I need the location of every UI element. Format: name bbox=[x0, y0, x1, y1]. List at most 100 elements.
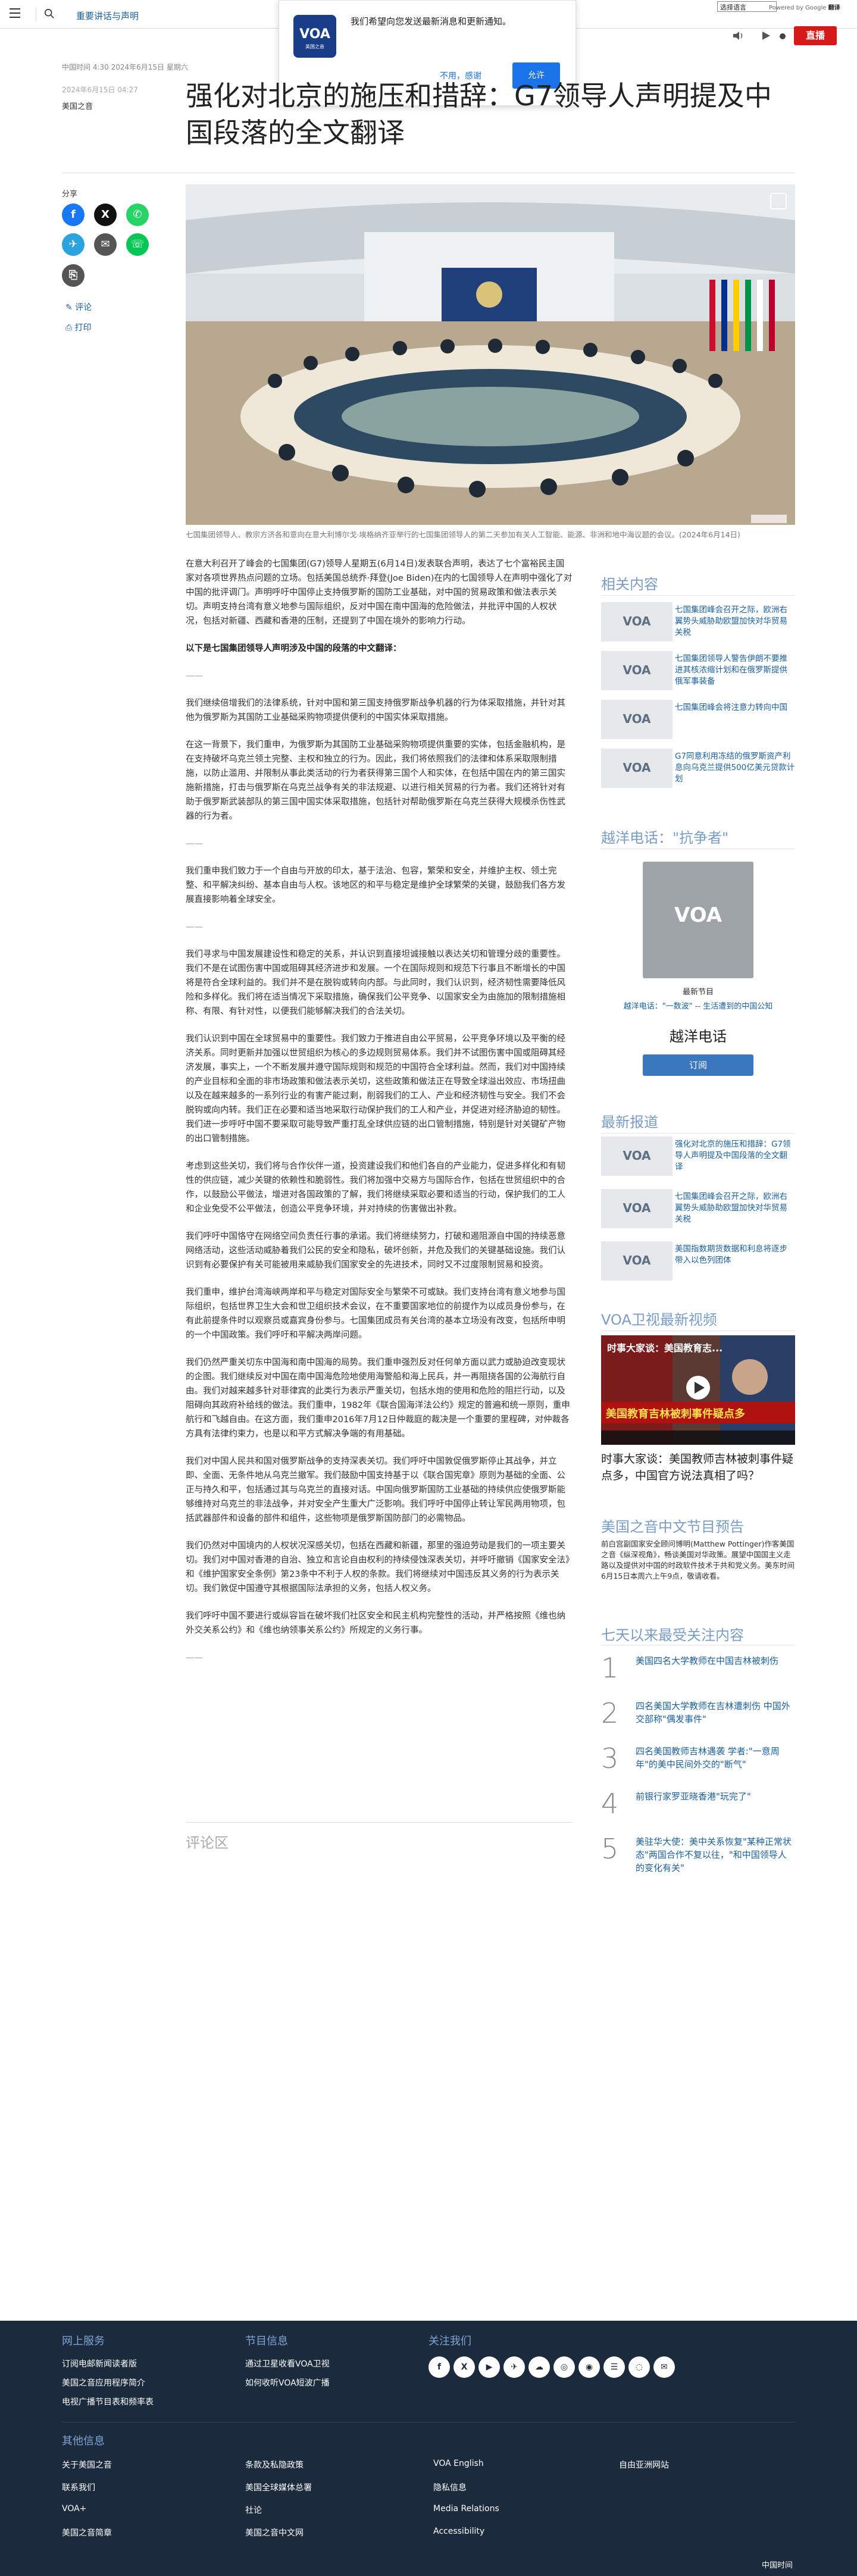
footer-link[interactable]: 如何收听VOA短波广播 bbox=[245, 2377, 330, 2389]
footer-link[interactable]: 关于美国之音 bbox=[62, 2459, 112, 2471]
comments-heading: 评论区 bbox=[186, 1822, 573, 1852]
paragraph: 我们重申我们致力于一个自由与开放的印太，基于法治、包容，繁荣和安全，并维护主权、… bbox=[186, 866, 565, 904]
voa-logo-icon: VOA bbox=[623, 712, 651, 726]
speaker-icon[interactable] bbox=[780, 33, 786, 39]
footer-link[interactable]: 自由亚洲网站 bbox=[619, 2459, 669, 2471]
program-description: 前白宫副国家安全顾问博明(Matthew Pottinger)作客美国之音《纵深… bbox=[601, 1539, 795, 1580]
footer-link[interactable]: 订阅电邮新闻读者版 bbox=[62, 2358, 137, 2370]
video-player[interactable]: 时事大家谈：美国教育志... 美国教育吉林被刺事件疑点多 bbox=[601, 1335, 795, 1445]
footer-link[interactable]: 条款及私隐政策 bbox=[245, 2459, 304, 2471]
facebook-share-icon[interactable]: f bbox=[62, 204, 85, 226]
most-viewed-title: 四名美国教师吉林遇袭 学者:"一意周年"的美中民间外交的"断气" bbox=[636, 1746, 780, 1770]
volume-icon[interactable] bbox=[733, 31, 744, 40]
related-item[interactable]: VOA 七国集团峰会召开之际，欧洲右翼势头威胁助欧盟加快对华贸易关税 bbox=[601, 602, 795, 641]
related-heading: 相关内容 bbox=[601, 576, 658, 593]
most-viewed-item[interactable]: 5 美驻华大使：美中关系恢复"某种正常状态"两国合作不复以往，"和中国领导人的变化… bbox=[601, 1833, 795, 1878]
footer-link[interactable]: VOA English bbox=[433, 2459, 484, 2468]
google-translate-widget[interactable]: Powered by Google 翻译 bbox=[769, 2, 840, 11]
related-thumb: VOA bbox=[601, 700, 673, 739]
footer-link[interactable]: 美国全球媒体总署 bbox=[245, 2481, 312, 2493]
podcast-episode-link[interactable]: 越洋电话："一数波" -- 生活遭到的中国公知 bbox=[601, 1000, 795, 1011]
footer-link[interactable]: 社论 bbox=[245, 2504, 262, 2516]
section-separator: —— bbox=[186, 1653, 203, 1663]
facebook-icon[interactable]: f bbox=[428, 2356, 450, 2378]
x-share-icon[interactable]: X bbox=[94, 204, 117, 226]
voa-logo-icon: VOA bbox=[623, 1148, 651, 1163]
most-viewed-title: 前银行家罗亚晓香港"玩完了" bbox=[636, 1791, 751, 1802]
footer-link[interactable]: 美国之音应用程序简介 bbox=[62, 2377, 145, 2389]
latest-heading: 最新报道 bbox=[601, 1114, 658, 1131]
most-viewed-title: 美驻华大使：美中关系恢复"某种正常状态"两国合作不复以往，"和中国领导人的变化有… bbox=[636, 1836, 792, 1873]
related-item[interactable]: VOA 七国集团领导人警告伊朗不要推进其核浓缩计划和在俄罗斯提供俄军事装备 bbox=[601, 651, 795, 690]
footer-link[interactable]: 美国之音中文网 bbox=[245, 2527, 304, 2539]
expand-image-icon[interactable] bbox=[770, 193, 787, 209]
article-time: 中国时间 4:30 2024年6月15日 星期六 bbox=[62, 63, 188, 71]
footer-link[interactable]: Media Relations bbox=[433, 2504, 499, 2514]
menu-icon[interactable] bbox=[10, 8, 23, 20]
latest-item[interactable]: VOA 强化对北京的施压和措辞：G7领导人声明提及中国段落的全文翻译 bbox=[601, 1137, 795, 1176]
podcast-episode-label: 最新节目 bbox=[682, 988, 714, 997]
video-heading: VOA卫视最新视频 bbox=[601, 1312, 717, 1328]
x-icon[interactable]: X bbox=[453, 2356, 475, 2378]
paragraph: 我们对中国人民共和国对俄罗斯战争的支持深表关切。我们呼吁中国敦促俄罗斯停止其战争… bbox=[186, 1457, 565, 1523]
section-separator: —— bbox=[186, 839, 203, 849]
related-item[interactable]: VOA G7同意利用冻结的俄罗斯资产利息向乌克兰提供500亿美元贷款计划 bbox=[601, 749, 795, 788]
footer-link[interactable]: Accessibility bbox=[433, 2527, 484, 2536]
voa-logo-text: VOA bbox=[299, 27, 330, 42]
youtube-icon[interactable]: ▶ bbox=[478, 2356, 500, 2378]
line-share-icon[interactable]: ☏ bbox=[126, 233, 149, 256]
most-viewed-item[interactable]: 4 前银行家罗亚晓香港"玩完了" bbox=[601, 1788, 795, 1833]
article-date: 2024年6月15日 04:27 bbox=[62, 86, 138, 94]
comments-link[interactable]: ✎ 评论 bbox=[65, 301, 92, 313]
footer-link[interactable]: VOA+ bbox=[62, 2504, 86, 2514]
latest-thumb: VOA bbox=[601, 1137, 673, 1176]
play-icon[interactable] bbox=[761, 31, 771, 40]
language-select[interactable]: 选择语言 bbox=[717, 1, 777, 12]
footer-link[interactable]: 隐私信息 bbox=[433, 2481, 467, 2493]
footer-link[interactable]: 联系我们 bbox=[62, 2481, 95, 2493]
most-viewed-item[interactable]: 1 美国四名大学教师在中国吉林被刺伤 bbox=[601, 1652, 795, 1697]
most-viewed-item[interactable]: 3 四名美国教师吉林遇袭 学者:"一意周年"的美中民间外交的"断气" bbox=[601, 1742, 795, 1788]
video-caption[interactable]: 时事大家谈：美国教师吉林被刺事件疑点多，中国官方说法真相了吗？ bbox=[601, 1451, 795, 1484]
footer-link[interactable]: 美国之音简章 bbox=[62, 2527, 112, 2539]
most-viewed-item[interactable]: 2 四名美国大学教师在吉林遭刺伤 中国外交部称"偶发事件" bbox=[601, 1697, 795, 1742]
footer-link[interactable]: 通过卫星收看VOA卫视 bbox=[245, 2358, 330, 2370]
rss-icon[interactable]: ☰ bbox=[603, 2356, 625, 2378]
instagram-icon[interactable]: ◎ bbox=[553, 2356, 575, 2378]
related-thumb: VOA bbox=[601, 651, 673, 690]
article-category[interactable]: 美国之音 bbox=[62, 100, 93, 111]
video-banner: 美国教育吉林被刺事件疑点多 bbox=[606, 1408, 745, 1420]
copy-link-icon[interactable]: ⎘ bbox=[62, 264, 85, 287]
rank-number: 3 bbox=[601, 1742, 619, 1774]
podcast-cover[interactable]: VOA bbox=[643, 862, 753, 978]
footer-link[interactable]: 电视广播节目表和频率表 bbox=[62, 2396, 154, 2408]
footer-follow-us-heading: 关注我们 bbox=[428, 2335, 471, 2347]
whatsapp-share-icon[interactable]: ✆ bbox=[126, 204, 149, 226]
latest-item[interactable]: VOA 七国集团峰会召开之际，欧洲右翼势头威胁助欧盟加快对华贸易关税 bbox=[601, 1189, 795, 1228]
email-share-icon[interactable]: ✉ bbox=[94, 233, 117, 256]
subscribe-button[interactable]: 订阅 bbox=[643, 1054, 753, 1076]
paragraph: 我们重申，维护台湾海峡两岸和平与稳定对国际安全与繁荣不可或缺。我们支持台湾有意义… bbox=[186, 1288, 565, 1340]
search-icon[interactable] bbox=[44, 8, 55, 19]
paragraph: 我们仍然严重关切东中国海和南中国海的局势。我们重申强烈反对任何单方面以武力或胁迫… bbox=[186, 1358, 570, 1439]
voa-logo-icon: VOA bbox=[674, 903, 722, 927]
web-icon[interactable]: ◌ bbox=[628, 2356, 650, 2378]
print-link[interactable]: ⎙ 打印 bbox=[65, 321, 92, 333]
podcast-icon[interactable]: ◉ bbox=[578, 2356, 600, 2378]
podcast-heading[interactable]: 越洋电话："抗争者" bbox=[601, 826, 728, 847]
google-translate-prefix: Powered by Google bbox=[769, 5, 827, 11]
rank-number: 4 bbox=[601, 1788, 619, 1820]
paragraph: 我们继续倍增我们的法律系统，针对中国和第三国支持俄罗斯战争机器的行为体采取措施，… bbox=[186, 699, 565, 722]
latest-item[interactable]: VOA 美国指数期货数据和利息将逐步带入以色列团体 bbox=[601, 1241, 795, 1281]
paragraph: 我们呼吁中国恪守在网络空间负责任行事的承诺。我们将继续努力，打破和遏阻源自中国的… bbox=[186, 1232, 565, 1270]
telegram-share-icon[interactable]: ✈ bbox=[62, 233, 85, 256]
related-item[interactable]: VOA 七国集团峰会将注意力转向中国 bbox=[601, 700, 795, 739]
section-title-link[interactable]: 重要讲话与声明 bbox=[76, 10, 139, 22]
paragraph-heading: 以下是七国集团领导人声明涉及中国的段落的中文翻译： bbox=[186, 644, 402, 653]
program-heading: 美国之音中文节目预告 bbox=[601, 1519, 744, 1535]
live-button[interactable]: 直播 bbox=[794, 26, 837, 45]
telegram-icon[interactable]: ✈ bbox=[503, 2356, 525, 2378]
cloud-icon[interactable]: ☁ bbox=[528, 2356, 550, 2378]
latest-item-title: 七国集团峰会召开之际，欧洲右翼势头威胁助欧盟加快对华贸易关税 bbox=[675, 1192, 787, 1224]
email-icon[interactable]: ✉ bbox=[653, 2356, 675, 2378]
